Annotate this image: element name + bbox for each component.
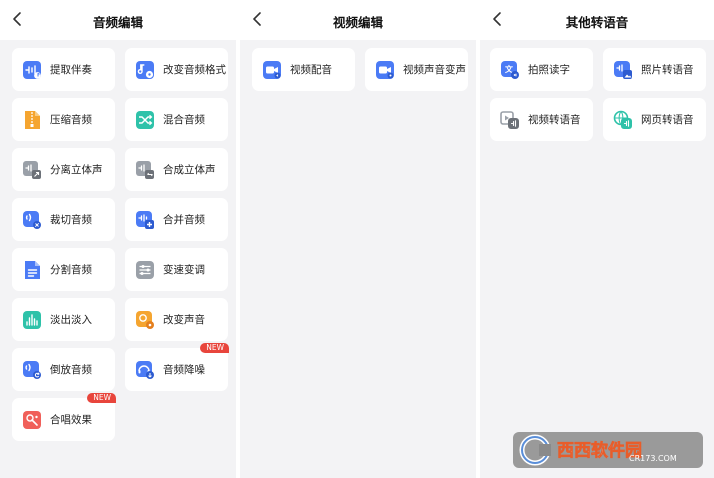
tool-video-voice-change[interactable]: 视频声音变声	[365, 48, 468, 91]
tool-cut-audio[interactable]: 裁切音频	[12, 198, 115, 241]
music-disc-icon	[134, 59, 156, 81]
video-edit-screen: 视频编辑 视频配音 视频声音变声	[240, 0, 476, 478]
tool-change-audio-format[interactable]: 改变音频格式	[125, 48, 228, 91]
tool-video-to-speech[interactable]: 视频转语音	[490, 98, 593, 141]
tool-label: 合唱效果	[50, 414, 92, 426]
reverse-audio-icon	[21, 359, 43, 381]
tool-label: 裁切音频	[50, 214, 92, 226]
tool-video-dubbing[interactable]: 视频配音	[252, 48, 355, 91]
tool-label: 网页转语音	[641, 114, 694, 126]
header: 其他转语音	[480, 0, 714, 40]
tool-change-voice[interactable]: 改变声音	[125, 298, 228, 341]
page-title: 音频编辑	[92, 15, 143, 30]
image-audio-icon	[612, 59, 634, 81]
tool-split-audio[interactable]: 分割音频	[12, 248, 115, 291]
new-badge: NEW	[87, 393, 116, 403]
tool-split-stereo[interactable]: 分离立体声	[12, 148, 115, 191]
web-to-audio-icon	[612, 109, 634, 131]
tool-label: 改变音频格式	[163, 64, 226, 76]
video-to-audio-icon	[499, 109, 521, 131]
audio-edit-screen: 音频编辑 提取伴奏 改变音频格式 压缩音频 混合音频 分离立体声 合成立体声 裁…	[0, 0, 236, 478]
watermark-url: CR173.COM	[629, 454, 677, 463]
compress-file-icon	[21, 109, 43, 131]
tool-label: 视频声音变声	[403, 64, 466, 76]
tool-grid: 文拍照读字 照片转语音 视频转语音 网页转语音	[490, 48, 706, 141]
watermark: 西西软件园 CR173.COM	[513, 428, 703, 470]
tool-label: 分割音频	[50, 264, 92, 276]
merge-stereo-icon	[134, 159, 156, 181]
tool-label: 合成立体声	[163, 164, 216, 176]
tool-web-to-speech[interactable]: 网页转语音	[603, 98, 706, 141]
tool-label: 分离立体声	[50, 164, 103, 176]
tool-label: 混合音频	[163, 114, 205, 126]
tool-merge-stereo[interactable]: 合成立体声	[125, 148, 228, 191]
tool-label: 倒放音频	[50, 364, 92, 376]
video-camera-icon	[261, 59, 283, 81]
shuffle-icon	[134, 109, 156, 131]
page-title: 视频编辑	[332, 15, 383, 30]
tool-grid: 视频配音 视频声音变声	[252, 48, 468, 91]
tool-label: 提取伴奏	[50, 64, 92, 76]
music-note-icon	[21, 59, 43, 81]
tool-label: 视频转语音	[528, 114, 581, 126]
tool-mix-audio[interactable]: 混合音频	[125, 98, 228, 141]
chorus-icon	[21, 409, 43, 431]
tool-label: 变速变调	[163, 264, 205, 276]
watermark-graphic: 西西软件园 CR173.COM	[513, 432, 703, 468]
tool-label: 改变声音	[163, 314, 205, 326]
header: 音频编辑	[0, 0, 236, 40]
tool-label: 拍照读字	[528, 64, 570, 76]
tool-fade[interactable]: 淡出淡入	[12, 298, 115, 341]
cut-audio-icon	[21, 209, 43, 231]
tool-speed-pitch[interactable]: 变速变调	[125, 248, 228, 291]
noise-reduction-icon	[134, 359, 156, 381]
page-title: 其他转语音	[565, 15, 629, 30]
tool-label: 照片转语音	[641, 64, 694, 76]
tool-extract-accompaniment[interactable]: 提取伴奏	[12, 48, 115, 91]
text-photo-icon: 文	[499, 59, 521, 81]
tool-label: 音频降噪	[163, 364, 205, 376]
tool-photo-read-text[interactable]: 文拍照读字	[490, 48, 593, 91]
video-voice-icon	[374, 59, 396, 81]
tool-grid: 提取伴奏 改变音频格式 压缩音频 混合音频 分离立体声 合成立体声 裁切音频 合…	[12, 48, 229, 441]
tool-label: 压缩音频	[50, 114, 92, 126]
tool-label: 淡出淡入	[50, 314, 92, 326]
sliders-icon	[134, 259, 156, 281]
new-badge: NEW	[200, 343, 229, 353]
tool-photo-to-speech[interactable]: 照片转语音	[603, 48, 706, 91]
tool-reverse-audio[interactable]: 倒放音频	[12, 348, 115, 391]
tool-noise-reduction[interactable]: 音频降噪 NEW	[125, 343, 229, 391]
tool-compress-audio[interactable]: 压缩音频	[12, 98, 115, 141]
equalizer-icon	[21, 309, 43, 331]
other-to-speech-screen: 其他转语音 文拍照读字 照片转语音 视频转语音 网页转语音	[480, 0, 714, 478]
voice-change-icon	[134, 309, 156, 331]
split-document-icon	[21, 259, 43, 281]
merge-audio-icon	[134, 209, 156, 231]
tool-chorus-effect[interactable]: 合唱效果 NEW	[12, 393, 116, 441]
split-stereo-icon	[21, 159, 43, 181]
tool-merge-audio[interactable]: 合并音频	[125, 198, 228, 241]
header: 视频编辑	[240, 0, 476, 40]
tool-label: 视频配音	[290, 64, 332, 76]
tool-label: 合并音频	[163, 214, 205, 226]
